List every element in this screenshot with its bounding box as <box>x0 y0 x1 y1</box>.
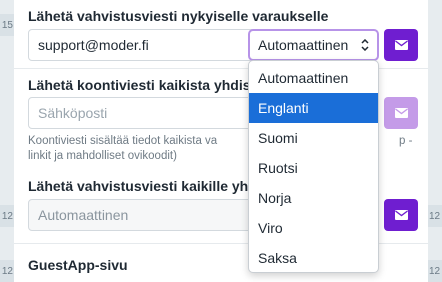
language-option-english[interactable]: Englanti <box>249 93 378 123</box>
send-summary-button[interactable] <box>384 97 418 129</box>
language-select-all[interactable]: Automaattinen <box>28 199 257 231</box>
left-background-edge: 15 12 12 <box>0 0 14 282</box>
email-field[interactable]: support@moder.fi <box>28 29 257 61</box>
right-background-edge: 12 12 <box>428 0 442 282</box>
language-option-german[interactable]: Saksa <box>249 243 378 272</box>
envelope-icon <box>394 210 408 220</box>
section-confirmation-all-label: Lähetä vahvistusviesti kaikille yho <box>28 178 257 194</box>
section-guestapp-label: GuestApp-sivu <box>28 257 128 273</box>
edge-chip: 12 <box>0 260 14 282</box>
edge-chip: 15 <box>0 14 14 36</box>
language-option-automatic[interactable]: Automaattinen <box>249 63 378 93</box>
send-all-button[interactable] <box>384 199 418 231</box>
language-dropdown-menu: Automaattinen Englanti Suomi Ruotsi Norj… <box>248 60 379 273</box>
section-summary-label: Lähetä koontiviesti kaikista yhdis <box>28 77 251 93</box>
summary-hint-line1-tail: p - <box>399 135 413 147</box>
edge-chip: 12 <box>0 205 14 227</box>
edge-chip: 12 <box>428 205 442 227</box>
summary-hint-line2: linkit ja mahdolliset ovikoodit) <box>28 150 177 162</box>
envelope-icon <box>394 40 408 50</box>
send-confirmation-button[interactable] <box>384 29 418 61</box>
summary-hint-line1: Koontiviesti sisältää tiedot kaikista va <box>28 135 218 147</box>
language-option-norwegian[interactable]: Norja <box>249 183 378 213</box>
language-select-value: Automaattinen <box>258 37 349 53</box>
language-option-swedish[interactable]: Ruotsi <box>249 153 378 183</box>
language-option-finnish[interactable]: Suomi <box>249 123 378 153</box>
summary-email-input[interactable]: Sähköposti <box>28 97 257 129</box>
envelope-icon <box>394 108 408 118</box>
chevron-updown-icon <box>361 39 369 51</box>
language-select[interactable]: Automaattinen <box>248 29 379 61</box>
edge-chip: 12 <box>428 260 442 282</box>
section-confirmation-current-label: Lähetä vahvistusviesti nykyiselle varauk… <box>28 8 329 24</box>
language-option-estonian[interactable]: Viro <box>249 213 378 243</box>
